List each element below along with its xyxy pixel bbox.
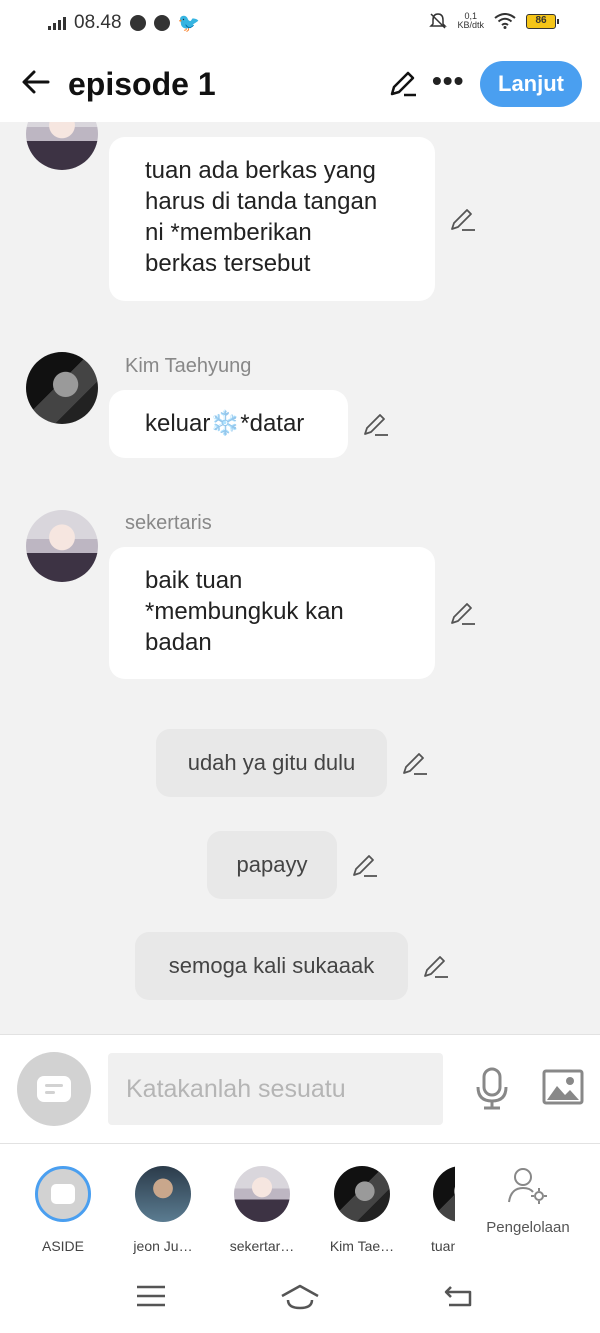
character-kim[interactable]: Kim Tae… [322,1166,402,1254]
wifi-icon [494,13,516,29]
character-sekertaris[interactable]: sekertar… [222,1166,302,1254]
avatar [234,1166,290,1222]
avatar[interactable] [26,352,98,424]
message-bubble[interactable]: baik tuan *membungkuk kan badan [109,547,435,679]
page-title: episode 1 [68,66,216,102]
character-label: sekertar… [229,1238,295,1254]
character-jeon[interactable]: jeon Ju… [123,1166,203,1254]
edit-message-icon[interactable] [422,952,450,980]
input-bar [0,1034,600,1144]
navigation-bar [0,1264,600,1333]
character-tuan[interactable]: tuan [421,1166,455,1254]
net-speed: 0,1 KB/dtk [457,11,484,30]
avatar [433,1166,455,1222]
character-label: ASIDE [41,1238,84,1254]
next-button[interactable]: Lanjut [480,61,582,107]
sender-name: Kim Taehyung [125,355,252,377]
character-label: tuan [431,1238,455,1254]
character-label: Kim Tae… [329,1238,395,1254]
avatar[interactable] [26,122,98,170]
aside-avatar [35,1166,91,1222]
avatar[interactable] [26,510,98,582]
more-options-icon[interactable]: ••• [432,66,464,96]
message-bubble[interactable]: keluar❄️*datar [109,390,348,458]
aside-bubble[interactable]: semoga kali sukaaak [135,932,408,1000]
signal-icon [48,16,66,30]
twitter-icon: 🐦 [177,12,200,33]
telegram-icon [129,15,146,31]
manage-characters-button[interactable]: Pengelolaan [480,1166,576,1236]
edit-message-icon[interactable] [362,410,390,438]
spotify-icon [153,15,170,31]
manage-characters-icon [508,1168,547,1204]
home-icon[interactable] [280,1284,320,1310]
status-bar: 08.48 🐦 0,1 KB/dtk 86 [0,0,600,48]
edit-message-icon[interactable] [351,851,379,879]
edit-message-icon[interactable] [401,749,429,777]
microphone-icon[interactable] [474,1067,510,1111]
avatar [334,1166,390,1222]
back-arrow-icon[interactable] [20,66,52,98]
character-label: jeon Ju… [133,1238,193,1254]
menu-icon[interactable] [136,1284,166,1308]
edit-icon[interactable] [388,68,418,98]
back-nav-icon[interactable] [443,1284,473,1308]
character-aside[interactable]: ASIDE [23,1166,103,1254]
character-bar: ASIDE jeon Ju… sekertar… Kim Tae… tuan P… [0,1144,600,1264]
aside-bubble[interactable]: papayy [207,831,337,899]
chat-area[interactable]: tuan ada berkas yang harus di tanda tang… [0,122,600,1034]
avatar [135,1166,191,1222]
image-icon[interactable] [542,1069,584,1105]
edit-message-icon[interactable] [449,205,477,233]
aside-bubble[interactable]: udah ya gitu dulu [156,729,387,797]
aside-icon [37,1076,71,1102]
manage-label: Pengelolaan [486,1219,570,1236]
aside-toggle-button[interactable] [17,1052,91,1126]
edit-message-icon[interactable] [449,599,477,627]
message-bubble[interactable]: tuan ada berkas yang harus di tanda tang… [109,137,435,301]
status-time: 08.48 [74,12,122,33]
top-bar: episode 1 ••• Lanjut [0,48,600,122]
battery-icon: 86 [526,13,559,29]
sender-name: sekertaris [125,512,212,534]
message-input[interactable] [108,1053,443,1125]
mute-icon [429,13,448,29]
